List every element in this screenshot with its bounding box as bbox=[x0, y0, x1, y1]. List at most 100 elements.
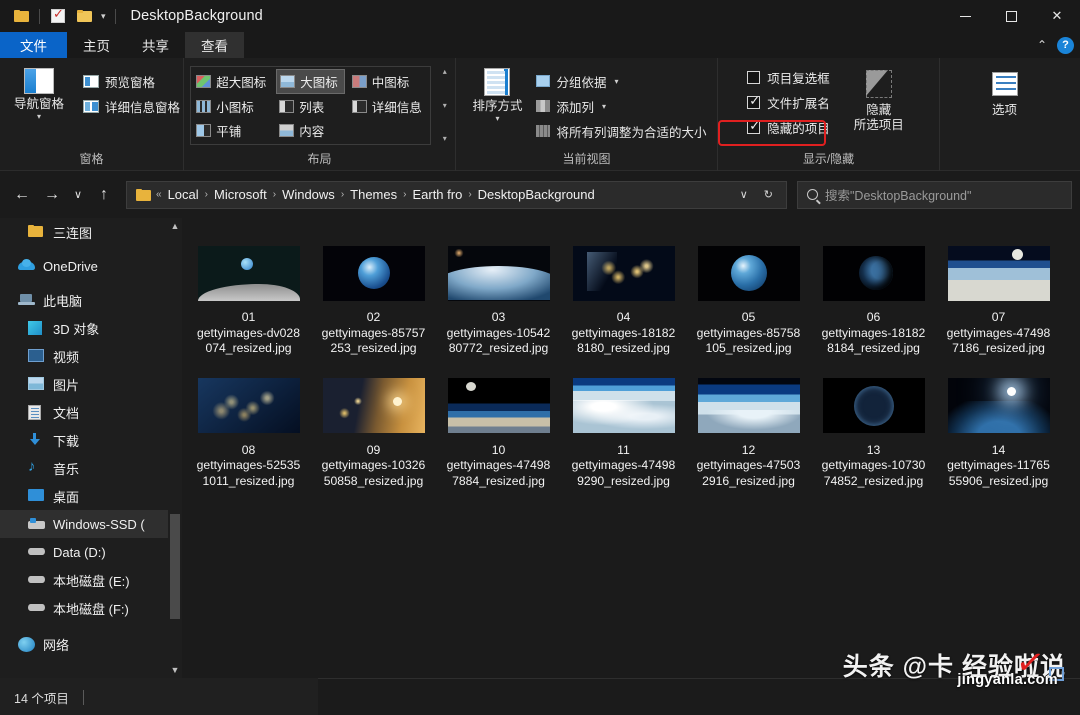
size-columns-button[interactable]: 将所有列调整为合适的大小 bbox=[536, 120, 707, 142]
hide-selected-items-button[interactable]: 隐藏 所选项目 bbox=[848, 66, 910, 138]
chevron-down-icon[interactable]: ▾ bbox=[495, 114, 499, 123]
preview-pane-button[interactable]: 预览窗格 bbox=[83, 70, 180, 92]
chevron-down-icon[interactable]: ∨ bbox=[733, 188, 755, 201]
list-item[interactable]: 05 gettyimages-85758105_resized.jpg bbox=[686, 244, 811, 357]
chevron-up-icon[interactable]: ⌃ bbox=[1037, 38, 1047, 52]
navigation-pane-button[interactable]: 导航窗格 ▾ bbox=[3, 64, 75, 121]
list-item[interactable]: 01 gettyimages-dv028074_resized.jpg bbox=[186, 244, 311, 357]
list-item[interactable]: 10 gettyimages-474987884_resized.jpg bbox=[436, 377, 561, 490]
list-item[interactable]: 13 gettyimages-1073074852_resized.jpg bbox=[811, 377, 936, 490]
breadcrumb-separator[interactable]: › bbox=[402, 189, 407, 200]
sidebar-item-this-pc[interactable]: 此电脑 bbox=[0, 286, 182, 314]
list-item[interactable]: 03 gettyimages-1054280772_resized.jpg bbox=[436, 244, 561, 357]
folder-icon[interactable] bbox=[8, 3, 34, 29]
close-icon[interactable]: ✕ bbox=[1034, 0, 1080, 32]
layout-content[interactable]: 内容 bbox=[276, 119, 345, 142]
details-pane-button[interactable]: 详细信息窗格 bbox=[83, 95, 180, 117]
breadcrumb-themes[interactable]: Themes bbox=[347, 187, 400, 202]
layout-small-icons[interactable]: 小图标 bbox=[193, 95, 272, 118]
sidebar-item-music[interactable]: ♪ 音乐 bbox=[0, 454, 182, 482]
breadcrumb-earth-from[interactable]: Earth fro bbox=[409, 187, 465, 202]
new-folder-icon[interactable] bbox=[71, 3, 97, 29]
list-item[interactable]: 04 gettyimages-181828180_resized.jpg bbox=[561, 244, 686, 357]
sidebar-item-onedrive[interactable]: OneDrive bbox=[0, 252, 182, 280]
checkbox-unchecked-icon[interactable] bbox=[747, 70, 761, 84]
chevron-down-icon[interactable]: ▾ bbox=[602, 102, 606, 111]
add-columns-button[interactable]: 添加列 ▾ bbox=[536, 95, 706, 117]
minimize-button[interactable] bbox=[942, 0, 988, 32]
sidebar-item-sanlian[interactable]: 三连图 bbox=[0, 218, 182, 246]
breadcrumb-windows[interactable]: Windows bbox=[279, 187, 338, 202]
breadcrumb-desktopbackground[interactable]: DesktopBackground bbox=[475, 187, 598, 202]
chevron-down-icon[interactable]: ▾ bbox=[37, 112, 41, 121]
group-by-button[interactable]: 分组依据 ▾ bbox=[536, 70, 706, 92]
checkbox-checked-icon[interactable] bbox=[747, 93, 761, 109]
breadcrumb-separator[interactable]: › bbox=[272, 189, 277, 200]
tab-share[interactable]: 共享 bbox=[126, 32, 185, 58]
list-item[interactable]: 06 gettyimages-181828184_resized.jpg bbox=[811, 244, 936, 357]
breadcrumb-separator[interactable]: › bbox=[467, 189, 472, 200]
file-name-text: gettyimages-474987884_resized.jpg bbox=[446, 458, 551, 489]
sidebar-item-network[interactable]: 网络 bbox=[0, 630, 182, 658]
scrollbar-thumb[interactable] bbox=[170, 514, 180, 619]
item-checkboxes-option[interactable]: 项目复选框 bbox=[747, 66, 830, 88]
help-icon[interactable]: ? bbox=[1057, 36, 1074, 54]
properties-icon[interactable] bbox=[45, 3, 71, 29]
chevron-down-icon[interactable]: ▾ bbox=[97, 11, 110, 22]
file-list-view[interactable]: 01 gettyimages-dv028074_resized.jpg 02 g… bbox=[182, 218, 1080, 678]
list-item[interactable]: 02 gettyimages-85757253_resized.jpg bbox=[311, 244, 436, 357]
scroll-down-icon[interactable]: ▾ bbox=[443, 101, 447, 110]
sort-by-button[interactable]: 排序方式 ▾ bbox=[466, 64, 528, 142]
options-button[interactable]: 选项 bbox=[969, 68, 1041, 117]
scroll-up-icon[interactable]: ▴ bbox=[443, 68, 447, 76]
breadcrumb-overflow[interactable]: « bbox=[155, 189, 163, 200]
scroll-more-icon[interactable]: ▾ bbox=[443, 135, 447, 143]
list-item[interactable]: 14 gettyimages-1176555906_resized.jpg bbox=[936, 377, 1061, 490]
checkbox-checked-icon[interactable] bbox=[747, 118, 761, 134]
chevron-down-icon[interactable]: ▾ bbox=[615, 77, 619, 86]
maximize-button[interactable] bbox=[988, 0, 1034, 32]
tab-home[interactable]: 主页 bbox=[67, 32, 126, 58]
scroll-down-icon[interactable]: ▼ bbox=[168, 662, 182, 678]
sidebar-item-downloads[interactable]: 下载 bbox=[0, 426, 182, 454]
list-item[interactable]: 12 gettyimages-475032916_resized.jpg bbox=[686, 377, 811, 490]
back-button[interactable]: ← bbox=[8, 181, 36, 209]
breadcrumb-microsoft[interactable]: Microsoft bbox=[211, 187, 270, 202]
recent-locations-button[interactable]: ∨ bbox=[68, 181, 88, 209]
breadcrumb-local[interactable]: Local bbox=[165, 187, 202, 202]
sidebar-item-desktop[interactable]: 桌面 bbox=[0, 482, 182, 510]
list-item[interactable]: 07 gettyimages-474987186_resized.jpg bbox=[936, 244, 1061, 357]
search-input[interactable]: 搜索"DesktopBackground" bbox=[797, 180, 1072, 209]
sidebar-item-local-disk-e[interactable]: 本地磁盘 (E:) bbox=[0, 566, 182, 594]
layout-extra-large-icons[interactable]: 超大图标 bbox=[193, 69, 272, 94]
sidebar-item-3d-objects[interactable]: 3D 对象 bbox=[0, 314, 182, 342]
tab-view[interactable]: 查看 bbox=[185, 32, 244, 58]
scrollbar-track[interactable] bbox=[168, 234, 182, 662]
scroll-up-icon[interactable]: ▲ bbox=[168, 218, 182, 234]
tab-file[interactable]: 文件 bbox=[0, 32, 67, 58]
layout-list[interactable]: 列表 bbox=[276, 95, 345, 118]
layout-medium-icons[interactable]: 中图标 bbox=[349, 69, 428, 94]
list-item[interactable]: 11 gettyimages-474989290_resized.jpg bbox=[561, 377, 686, 490]
file-extensions-option[interactable]: 文件扩展名 bbox=[747, 91, 830, 113]
layout-large-icons[interactable]: 大图标 bbox=[276, 69, 345, 94]
sidebar-item-data-d[interactable]: Data (D:) bbox=[0, 538, 182, 566]
forward-button[interactable]: → bbox=[38, 181, 66, 209]
sidebar-item-documents[interactable]: 文档 bbox=[0, 398, 182, 426]
sidebar-item-pictures[interactable]: 图片 bbox=[0, 370, 182, 398]
sidebar-item-local-disk-f[interactable]: 本地磁盘 (F:) bbox=[0, 594, 182, 622]
list-item[interactable]: 08 gettyimages-525351011_resized.jpg bbox=[186, 377, 311, 490]
refresh-icon[interactable]: ↻ bbox=[757, 188, 780, 201]
layout-tiles[interactable]: 平铺 bbox=[193, 119, 272, 142]
list-item[interactable]: 09 gettyimages-1032650858_resized.jpg bbox=[311, 377, 436, 490]
breadcrumb-separator[interactable]: › bbox=[204, 189, 209, 200]
hidden-items-option[interactable]: 隐藏的项目 bbox=[747, 116, 830, 138]
layout-details[interactable]: 详细信息 bbox=[349, 95, 428, 118]
sidebar-item-videos[interactable]: 视频 bbox=[0, 342, 182, 370]
breadcrumb[interactable]: « Local › Microsoft › Windows › Themes ›… bbox=[126, 180, 787, 209]
up-button[interactable]: ↑ bbox=[90, 181, 118, 209]
sidebar-item-windows-ssd[interactable]: Windows-SSD ( bbox=[0, 510, 182, 538]
sidebar-scrollbar[interactable]: ▲ ▼ bbox=[168, 218, 182, 678]
breadcrumb-separator[interactable]: › bbox=[340, 189, 345, 200]
layout-gallery-scrollbar[interactable]: ▴ ▾ ▾ bbox=[441, 66, 449, 145]
